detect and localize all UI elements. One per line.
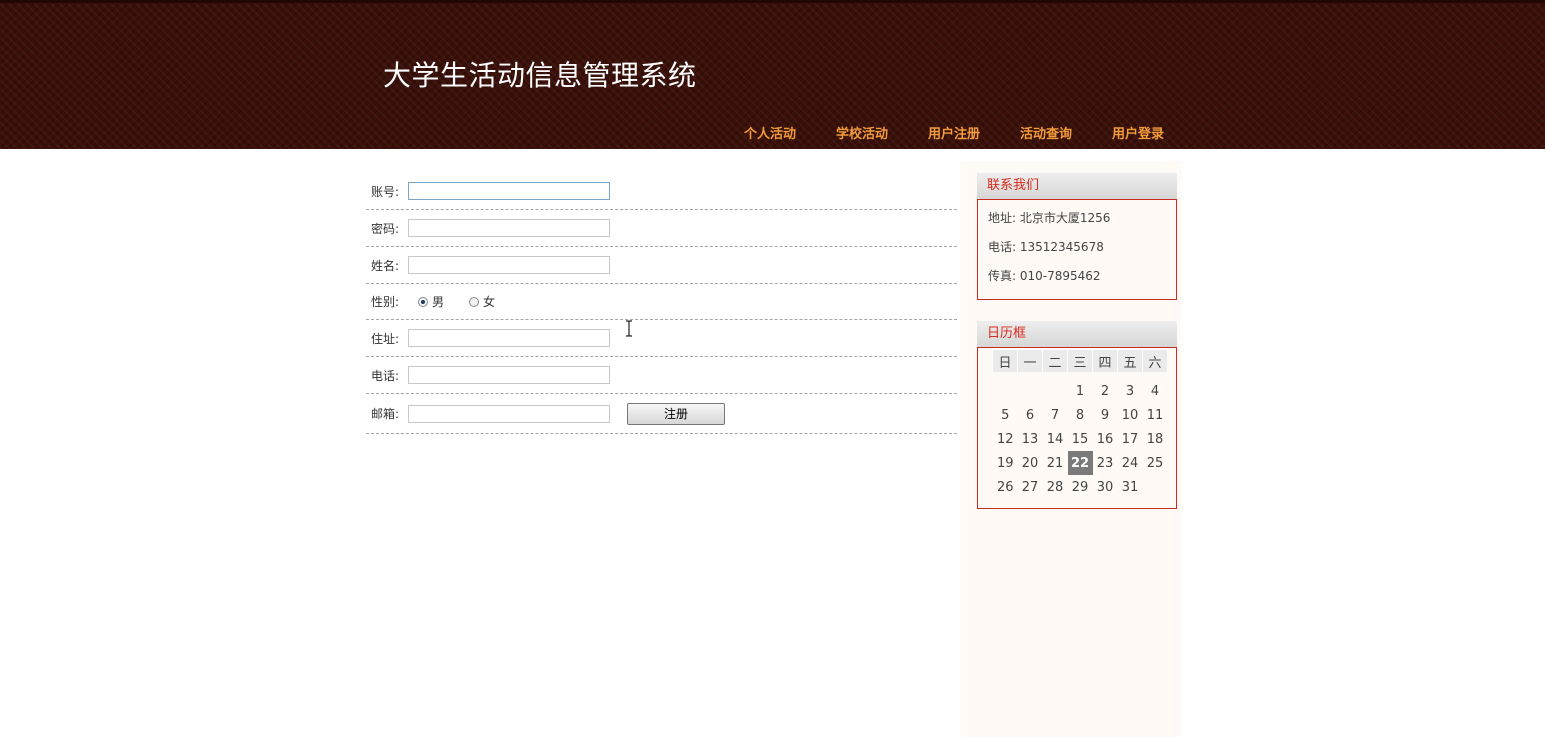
calendar-week-row: 1 2 3 4 bbox=[993, 379, 1168, 403]
calendar-day[interactable]: 13 bbox=[1018, 427, 1043, 451]
calendar-day[interactable]: 28 bbox=[1043, 475, 1068, 499]
email-input[interactable] bbox=[408, 404, 610, 423]
contact-fax: 传真: 010-7895462 bbox=[988, 269, 1101, 283]
contact-address: 地址: 北京市大厦1256 bbox=[988, 211, 1111, 225]
calendar-panel-title: 日历框 bbox=[977, 321, 1177, 347]
password-input[interactable] bbox=[408, 219, 610, 237]
calendar-day bbox=[1043, 379, 1068, 403]
gender-male-radio[interactable] bbox=[418, 296, 428, 307]
gender-row: 性别: 男 女 bbox=[366, 284, 957, 320]
calendar-week-row: 5 6 7 8 9 10 11 bbox=[993, 403, 1168, 427]
calendar-day[interactable]: 3 bbox=[1118, 379, 1143, 403]
calendar-day[interactable]: 17 bbox=[1118, 427, 1143, 451]
address-input[interactable] bbox=[408, 329, 610, 347]
gender-male-label[interactable]: 男 bbox=[432, 293, 444, 310]
calendar-day-today[interactable]: 22 bbox=[1067, 451, 1093, 475]
weekday-header: 一 bbox=[1017, 350, 1043, 372]
email-label: 邮箱: bbox=[371, 407, 400, 421]
calendar-day[interactable]: 1 bbox=[1068, 379, 1093, 403]
calendar-week-row: 26 27 28 29 30 31 bbox=[993, 475, 1168, 499]
password-label: 密码: bbox=[371, 221, 400, 236]
calendar-week-row: 19 20 21 22 23 24 25 bbox=[993, 451, 1168, 475]
calendar-day[interactable]: 29 bbox=[1068, 475, 1093, 499]
calendar-panel: 日历框 日 一 二 三 四 五 六 1 2 3 4 5 6 7 8 9 10 1… bbox=[977, 321, 1177, 509]
calendar-day[interactable]: 30 bbox=[1093, 475, 1118, 499]
calendar-day[interactable]: 10 bbox=[1118, 403, 1143, 427]
nav-user-login[interactable]: 用户登录 bbox=[1092, 126, 1184, 144]
contact-panel: 联系我们 地址: 北京市大厦1256 电话: 13512345678 传真: 0… bbox=[977, 173, 1177, 300]
gender-female-label[interactable]: 女 bbox=[483, 293, 495, 310]
calendar-day[interactable]: 27 bbox=[1018, 475, 1043, 499]
weekday-header: 五 bbox=[1117, 350, 1143, 372]
calendar-table: 日 一 二 三 四 五 六 1 2 3 4 5 6 7 8 9 10 11 12… bbox=[993, 350, 1168, 499]
calendar-day[interactable]: 7 bbox=[1043, 403, 1068, 427]
gender-label: 性别: bbox=[371, 295, 400, 309]
weekday-header: 四 bbox=[1092, 350, 1118, 372]
contact-panel-body: 地址: 北京市大厦1256 电话: 13512345678 传真: 010-78… bbox=[977, 199, 1177, 300]
calendar-day[interactable]: 9 bbox=[1093, 403, 1118, 427]
name-row: 姓名: bbox=[366, 247, 957, 284]
calendar-day[interactable]: 14 bbox=[1043, 427, 1068, 451]
calendar-day[interactable]: 8 bbox=[1068, 403, 1093, 427]
calendar-day[interactable]: 23 bbox=[1093, 451, 1118, 475]
account-row: 账号: bbox=[366, 173, 957, 210]
weekday-header: 日 bbox=[993, 350, 1018, 372]
nav-personal-activities[interactable]: 个人活动 bbox=[724, 126, 816, 144]
calendar-day[interactable]: 15 bbox=[1068, 427, 1093, 451]
gender-radio-group: 男 女 bbox=[418, 293, 520, 310]
calendar-day[interactable]: 18 bbox=[1143, 427, 1168, 451]
name-label: 姓名: bbox=[371, 258, 400, 273]
address-label: 住址: bbox=[371, 331, 400, 346]
nav-user-register[interactable]: 用户注册 bbox=[908, 126, 1000, 144]
phone-label: 电话: bbox=[371, 368, 400, 383]
calendar-day[interactable]: 31 bbox=[1118, 475, 1143, 499]
sidebar: 联系我们 地址: 北京市大厦1256 电话: 13512345678 传真: 0… bbox=[961, 161, 1181, 737]
address-row: 住址: bbox=[366, 320, 957, 357]
weekday-header: 二 bbox=[1042, 350, 1068, 372]
registration-form: 账号: 密码: 姓名: 性别: 男 女 住址: 电话: 邮箱: 注册 bbox=[366, 173, 957, 434]
register-button[interactable]: 注册 bbox=[627, 402, 725, 425]
calendar-day[interactable]: 16 bbox=[1093, 427, 1118, 451]
calendar-day[interactable]: 2 bbox=[1093, 379, 1118, 403]
calendar-body: 日 一 二 三 四 五 六 1 2 3 4 5 6 7 8 9 10 11 12… bbox=[977, 347, 1177, 509]
calendar-weekday-row: 日 一 二 三 四 五 六 bbox=[993, 350, 1168, 372]
weekday-header: 三 bbox=[1067, 350, 1093, 372]
calendar-day[interactable]: 26 bbox=[993, 475, 1018, 499]
calendar-day[interactable]: 11 bbox=[1143, 403, 1168, 427]
calendar-week-row: 12 13 14 15 16 17 18 bbox=[993, 427, 1168, 451]
name-input[interactable] bbox=[408, 256, 610, 274]
calendar-day[interactable]: 6 bbox=[1018, 403, 1043, 427]
contact-panel-title: 联系我们 bbox=[977, 173, 1177, 199]
calendar-day bbox=[993, 379, 1018, 403]
calendar-day[interactable]: 25 bbox=[1143, 451, 1168, 475]
text-cursor-icon bbox=[626, 320, 632, 337]
main-nav: 个人活动 学校活动 用户注册 活动查询 用户登录 bbox=[724, 126, 1184, 144]
phone-row: 电话: bbox=[366, 357, 957, 394]
calendar-day bbox=[1143, 475, 1168, 499]
calendar-day[interactable]: 20 bbox=[1018, 451, 1043, 475]
contact-phone: 电话: 13512345678 bbox=[988, 240, 1104, 254]
weekday-header: 六 bbox=[1142, 350, 1168, 372]
account-input[interactable] bbox=[408, 182, 610, 200]
email-row: 邮箱: 注册 bbox=[366, 394, 957, 434]
nav-school-activities[interactable]: 学校活动 bbox=[816, 126, 908, 144]
account-label: 账号: bbox=[371, 184, 400, 199]
calendar-day[interactable]: 19 bbox=[993, 451, 1018, 475]
calendar-day[interactable]: 24 bbox=[1118, 451, 1143, 475]
site-title: 大学生活动信息管理系统 bbox=[383, 59, 697, 92]
calendar-day[interactable]: 4 bbox=[1143, 379, 1168, 403]
password-row: 密码: bbox=[366, 210, 957, 247]
nav-activity-search[interactable]: 活动查询 bbox=[1000, 126, 1092, 144]
calendar-day bbox=[1018, 379, 1043, 403]
calendar-day[interactable]: 5 bbox=[993, 403, 1018, 427]
calendar-day[interactable]: 21 bbox=[1043, 451, 1068, 475]
site-header: 大学生活动信息管理系统 个人活动 学校活动 用户注册 活动查询 用户登录 bbox=[0, 0, 1545, 149]
phone-input[interactable] bbox=[408, 366, 610, 384]
gender-female-radio[interactable] bbox=[469, 296, 480, 307]
calendar-day[interactable]: 12 bbox=[993, 427, 1018, 451]
